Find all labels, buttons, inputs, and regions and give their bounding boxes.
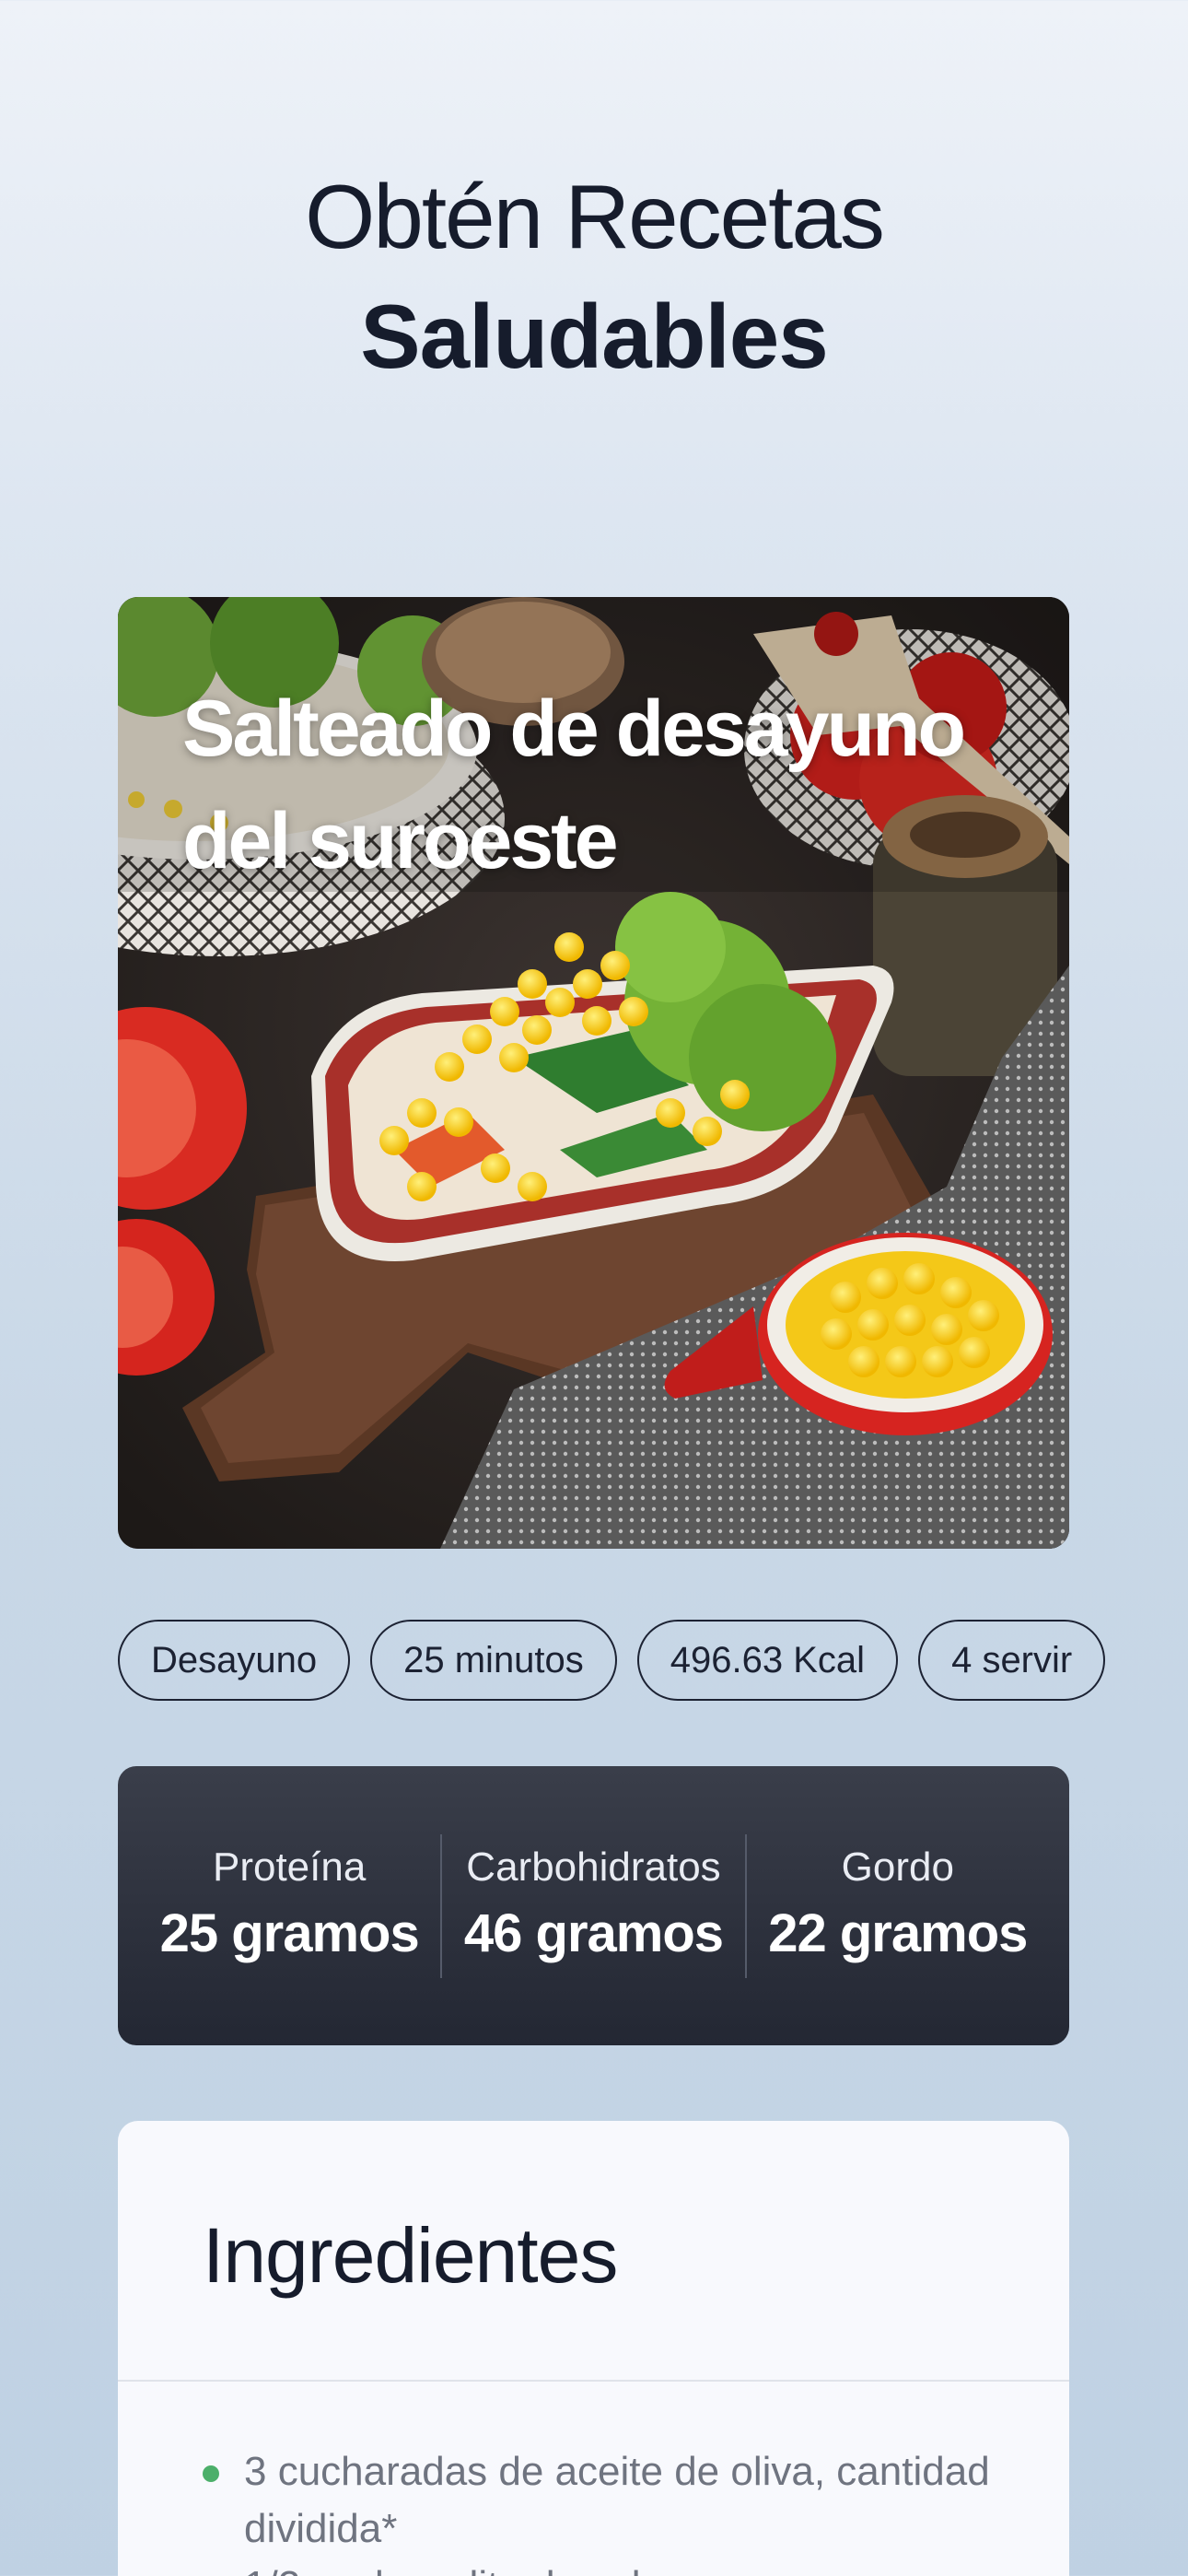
recipe-tags: Desayuno 25 minutos 496.63 Kcal 4 servir xyxy=(118,1620,1188,1701)
recipe-image-card[interactable]: Salteado de desayuno del suroeste xyxy=(118,597,1069,1549)
nutrition-fat-label: Gordo xyxy=(841,1844,954,1890)
nutrition-protein-value: 25 gramos xyxy=(159,1903,420,1963)
nutrition-carbs-value: 46 gramos xyxy=(463,1903,724,1963)
nutrition-protein: Proteína 25 gramos xyxy=(138,1840,440,1973)
chip-duration[interactable]: 25 minutos xyxy=(370,1620,617,1701)
nutrition-fat-value: 22 gramos xyxy=(768,1903,1028,1963)
ingredient-text: 3 cucharadas de aceite de oliva, cantida… xyxy=(244,2449,990,2551)
ingredients-divider xyxy=(118,2380,1069,2382)
recipe-title: Salteado de desayuno del suroeste xyxy=(182,685,966,885)
headline-line-1: Obtén Recetas xyxy=(305,166,885,267)
ingredient-list: 3 cucharadas de aceite de oliva, cantida… xyxy=(203,2443,1013,2576)
ingredients-title: Ingredientes xyxy=(203,2212,618,2299)
ingredients-card: Ingredientes 3 cucharadas de aceite de o… xyxy=(118,2121,1069,2576)
ingredient-item: 1/2 cucharadita de sal xyxy=(203,2558,1013,2576)
chip-calories[interactable]: 496.63 Kcal xyxy=(636,1620,899,1701)
nutrition-protein-label: Proteína xyxy=(212,1844,367,1890)
ingredient-text: 1/2 cucharadita de sal xyxy=(244,2563,641,2576)
chip-meal-type[interactable]: Desayuno xyxy=(118,1620,351,1701)
nutrition-panel: Proteína 25 gramos Carbohidratos 46 gram… xyxy=(118,1766,1069,2045)
page-headline: Obtén Recetas Saludables xyxy=(0,157,1188,396)
bullet-icon xyxy=(203,2465,219,2482)
chip-servings[interactable]: 4 servir xyxy=(918,1620,1106,1701)
nutrition-fat: Gordo 22 gramos xyxy=(747,1840,1049,1973)
nutrition-carbs: Carbohidratos 46 gramos xyxy=(442,1840,744,1973)
nutrition-carbs-label: Carbohidratos xyxy=(466,1844,721,1890)
ingredient-item: 3 cucharadas de aceite de oliva, cantida… xyxy=(203,2443,1013,2558)
headline-line-2: Saludables xyxy=(360,286,828,387)
